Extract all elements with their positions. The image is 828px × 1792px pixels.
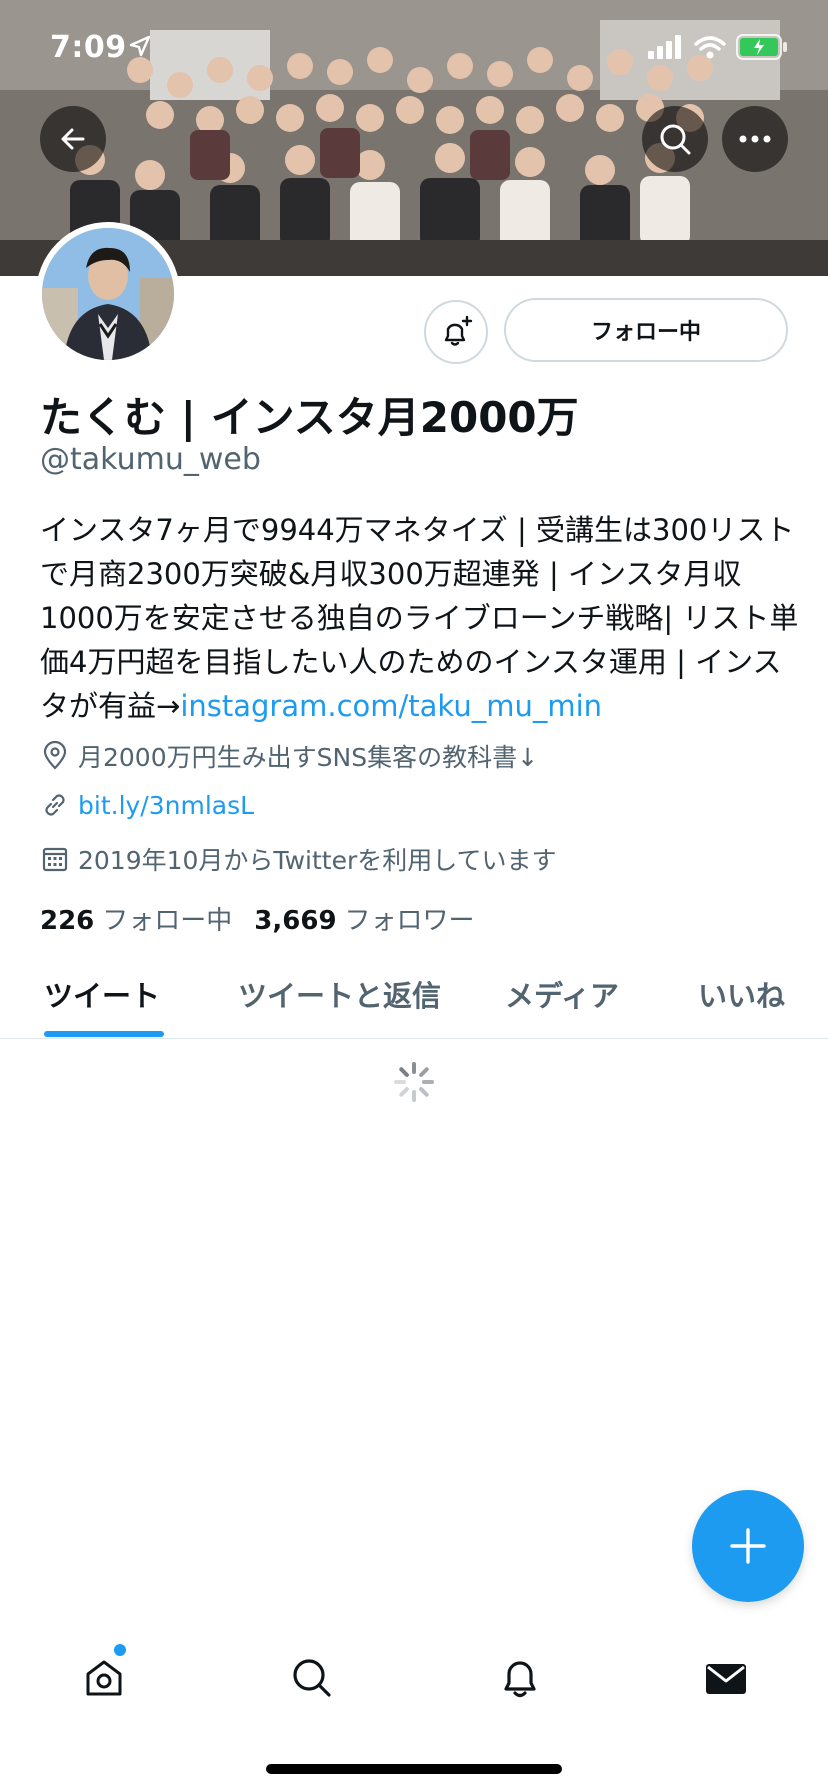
bio-link[interactable]: instagram.com/taku_mu_min (180, 689, 602, 723)
tab-tweets[interactable]: ツイート (44, 973, 160, 1015)
following-label: フォロー中 (102, 906, 233, 936)
location-services-icon (129, 35, 151, 57)
spinner-icon (394, 1062, 434, 1102)
status-bar: 7:09 (0, 0, 828, 100)
link-icon (45, 794, 65, 816)
nav-home[interactable] (76, 1650, 132, 1706)
nav-notifications[interactable] (492, 1650, 548, 1706)
profile-name: たくむ | インスタ月2000万 (40, 393, 579, 442)
more-button[interactable] (722, 106, 788, 172)
bell-icon (504, 1661, 536, 1698)
back-button[interactable] (40, 106, 106, 172)
profile-website[interactable]: bit.ly/3nmlasL (40, 790, 254, 820)
joined-text: 2019年10月からTwitterを利用しています (78, 846, 557, 875)
notifications-toggle-button[interactable] (424, 300, 488, 364)
following-button[interactable]: フォロー中 (504, 298, 788, 362)
followers-label: フォロワー (344, 906, 475, 936)
compose-tweet-button[interactable] (692, 1490, 804, 1602)
back-arrow-icon (61, 128, 85, 150)
follow-counts: 226 フォロー中 3,669 フォロワー (40, 900, 475, 937)
location-text: 月2000万円生み出すSNS集客の教科書↓ (78, 743, 539, 772)
location-pin-icon (43, 741, 67, 770)
status-time: 7:09 (50, 30, 127, 65)
followers-stat[interactable]: 3,669 フォロワー (254, 906, 474, 936)
profile-avatar[interactable] (36, 222, 180, 366)
calendar-icon (42, 847, 68, 872)
search-icon (293, 1659, 331, 1697)
bell-plus-icon (444, 315, 473, 346)
wifi-icon (694, 36, 726, 59)
nav-messages[interactable] (698, 1650, 754, 1706)
following-count: 226 (40, 906, 95, 936)
followers-count: 3,669 (254, 906, 337, 936)
search-icon (660, 124, 691, 155)
nav-search[interactable] (284, 1650, 340, 1706)
home-icon (86, 1660, 122, 1696)
tab-media[interactable]: メディア (505, 973, 619, 1015)
home-indicator (266, 1764, 562, 1774)
following-stat[interactable]: 226 フォロー中 (40, 906, 232, 936)
profile-bio: インスタ7ヶ月で9944万マネタイズ | 受講生は300リストで月商2300万突… (40, 508, 800, 728)
profile-tabs: ツイート ツイートと返信 メディア いいね (0, 955, 828, 1039)
status-icons (648, 34, 788, 60)
home-unread-dot (114, 1644, 126, 1656)
battery-icon (736, 34, 787, 60)
profile-handle: @takumu_web (40, 442, 261, 477)
avatar-photo (42, 228, 174, 360)
mail-icon (706, 1664, 746, 1694)
profile-location: 月2000万円生み出すSNS集客の教科書↓ (40, 738, 538, 774)
compose-plus-icon (730, 1528, 766, 1564)
bottom-navigation (0, 1630, 828, 1720)
search-button[interactable] (642, 106, 708, 172)
active-tab-indicator (44, 1031, 164, 1037)
profile-joined: 2019年10月からTwitterを利用しています (40, 841, 556, 877)
website-link[interactable]: bit.ly/3nmlasL (78, 791, 254, 820)
more-icon (739, 135, 771, 143)
tab-likes[interactable]: いいね (698, 973, 785, 1015)
signal-icon (648, 35, 681, 59)
tab-tweets-and-replies[interactable]: ツイートと返信 (238, 973, 441, 1015)
